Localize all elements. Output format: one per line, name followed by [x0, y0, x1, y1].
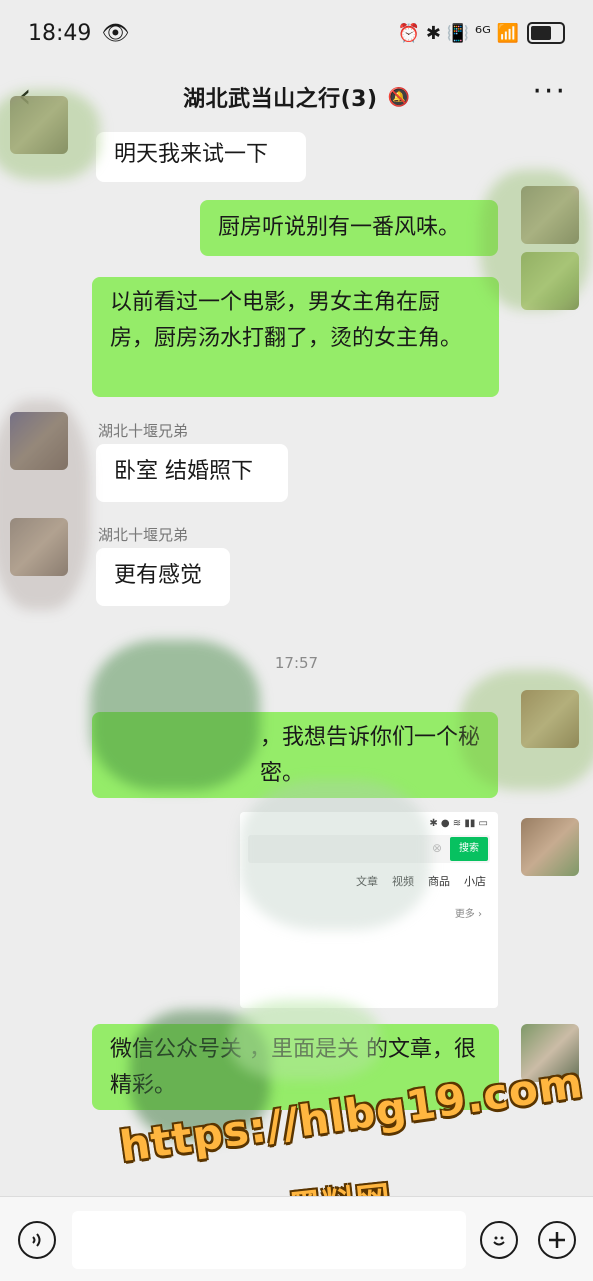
message-bubble[interactable]: 卧室 结婚照下 [96, 444, 288, 502]
message-bubble[interactable]: 明天我来试一下 [96, 132, 306, 182]
message-timestamp: 17:57 [274, 654, 319, 672]
thumb-search-button: 搜索 [450, 837, 488, 861]
redaction-smear [230, 1000, 380, 1080]
thumb-tab: 商品 [428, 875, 450, 888]
plus-icon[interactable] [538, 1221, 576, 1259]
status-time: 18:49 [28, 20, 92, 46]
status-indicators: ⏰ ✱ 📳 ⁶ᴳ 📶 [397, 22, 519, 44]
redaction-smear [480, 170, 590, 310]
redaction-smear [240, 780, 430, 930]
redaction-smear [460, 670, 593, 790]
clear-icon: ⊗ [431, 841, 442, 855]
status-bar: 18:49 👁 ⏰ ✱ 📳 ⁶ᴳ 📶 [0, 0, 593, 66]
mute-icon: 🔕 [387, 86, 410, 108]
input-bar [0, 1196, 593, 1281]
sender-name: 湖北十堰兄弟 [98, 422, 189, 440]
message-bubble[interactable]: 以前看过一个电影，男女主角在厨房，厨房汤水打翻了，烫的女主角。 [92, 277, 499, 397]
emoji-icon[interactable] [480, 1221, 518, 1259]
redaction-smear [0, 90, 100, 180]
more-menu-icon[interactable]: ··· [532, 74, 567, 109]
redaction-smear [0, 400, 90, 610]
sender-name: 湖北十堰兄弟 [98, 526, 189, 544]
redaction-smear [90, 640, 260, 790]
thumb-tab: 小店 [464, 875, 486, 888]
message-input[interactable] [72, 1211, 466, 1269]
message-bubble[interactable]: 更有感觉 [96, 548, 230, 606]
eye-icon: 👁 [101, 20, 130, 46]
voice-icon[interactable] [18, 1221, 56, 1259]
chat-title: 湖北武当山之行(3) [183, 87, 378, 112]
battery-icon [527, 22, 565, 44]
message-bubble[interactable]: 厨房听说别有一番风味。 [200, 200, 498, 256]
avatar[interactable] [521, 818, 579, 876]
